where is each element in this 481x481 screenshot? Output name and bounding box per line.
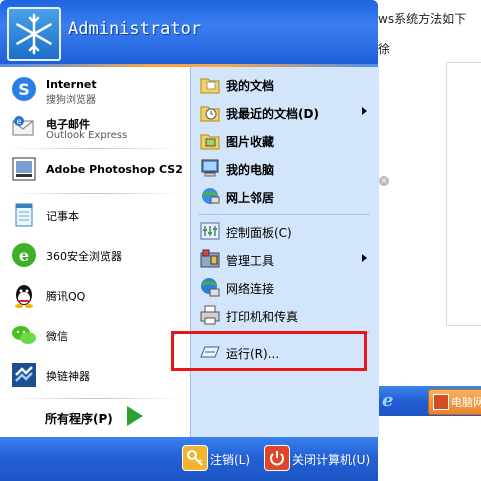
svg-text:S: S	[18, 80, 30, 99]
shutdown-label: 关闭计算机(U)	[292, 453, 371, 467]
program-label: 腾讯QQ	[46, 290, 86, 303]
background-text: ws系统方法如下	[378, 12, 467, 26]
background-panel	[446, 62, 481, 326]
right-item-label: 管理工具	[226, 254, 275, 268]
program-item-360-browser[interactable]: e 360安全浏览器	[6, 240, 186, 274]
start-menu-footer: 注销(L) 关闭计算机(U)	[0, 437, 378, 481]
right-item-admin-tools[interactable]: 管理工具	[195, 246, 375, 272]
program-label: 360安全浏览器	[46, 250, 122, 263]
sogou-browser-icon: S	[10, 75, 38, 103]
admin-tools-icon	[199, 248, 221, 270]
snowflake-icon	[16, 13, 52, 55]
separator	[10, 193, 180, 194]
taskbar-button[interactable]: 电脑网	[428, 389, 481, 415]
separator	[10, 148, 180, 149]
my-computer-icon	[199, 157, 221, 179]
right-item-network-places[interactable]: 网上邻居	[195, 183, 375, 209]
close-icon[interactable]: ×	[379, 176, 389, 186]
program-label: 记事本	[46, 210, 79, 223]
svg-text:e: e	[17, 117, 22, 126]
printers-icon	[199, 304, 221, 326]
separator	[198, 214, 370, 215]
wechat-icon	[10, 321, 38, 349]
right-item-label: 网络连接	[226, 282, 275, 296]
my-documents-icon	[199, 73, 221, 95]
arrow-right-icon	[127, 406, 143, 426]
right-item-label: 控制面板(C)	[226, 226, 292, 240]
notepad-icon	[10, 201, 38, 229]
pinned-item-internet[interactable]: S Internet 搜狗浏览器	[6, 74, 186, 108]
right-item-my-computer[interactable]: 我的电脑	[195, 155, 375, 181]
right-item-printers[interactable]: 打印机和传真	[195, 302, 375, 328]
program-item-link-tool[interactable]: 换链神器	[6, 360, 186, 394]
right-item-label: 我的文档	[226, 79, 275, 93]
link-tool-icon	[10, 361, 38, 389]
right-item-label: 网上邻居	[226, 191, 275, 205]
key-icon	[182, 445, 208, 471]
shutdown-button[interactable]: 关闭计算机(U)	[264, 445, 374, 471]
program-label: 换链神器	[46, 370, 90, 383]
annotation-highlight-box	[171, 331, 367, 371]
all-programs-button[interactable]: 所有程序(P)	[0, 398, 190, 436]
control-panel-icon	[199, 220, 221, 242]
photoshop-icon	[10, 155, 38, 183]
svg-text:e: e	[19, 246, 29, 265]
right-item-network-connections[interactable]: 网络连接	[195, 274, 375, 300]
pinned-item-subtitle: Outlook Express	[46, 130, 128, 141]
background-text-2: 徐	[378, 42, 391, 56]
start-menu: Administrator S Internet 搜狗浏览器 e 电子邮件 Ou…	[0, 0, 379, 481]
right-item-label: 我的电脑	[226, 163, 275, 177]
user-name: Administrator	[68, 19, 202, 39]
pinned-item-subtitle: 搜狗浏览器	[46, 95, 96, 106]
start-menu-header: Administrator	[0, 0, 378, 64]
right-item-my-documents[interactable]: 我的文档	[195, 71, 375, 97]
recent-documents-icon	[199, 101, 221, 123]
program-label: 微信	[46, 330, 68, 343]
right-item-label: 打印机和传真	[226, 310, 299, 324]
program-item-qq[interactable]: 腾讯QQ	[6, 280, 186, 314]
right-item-my-pictures[interactable]: 图片收藏	[195, 127, 375, 153]
submenu-arrow-icon	[362, 107, 367, 115]
user-avatar[interactable]	[7, 7, 61, 61]
right-item-recent-documents[interactable]: 我最近的文档(D)	[195, 99, 375, 125]
power-icon	[264, 445, 290, 471]
outlook-icon: e	[10, 113, 38, 141]
taskbar-button-label: 电脑网	[451, 396, 481, 409]
submenu-arrow-icon	[362, 254, 367, 262]
program-item-notepad[interactable]: 记事本	[6, 200, 186, 234]
program-item-wechat[interactable]: 微信	[6, 320, 186, 354]
right-item-label: 图片收藏	[226, 135, 275, 149]
logoff-label: 注销(L)	[210, 453, 251, 467]
right-item-label: 我最近的文档(D)	[226, 107, 319, 121]
pinned-item-email[interactable]: e 电子邮件 Outlook Express	[6, 112, 186, 146]
pinned-item-title: Internet	[46, 78, 97, 91]
app-icon	[433, 394, 449, 410]
360-browser-icon: e	[10, 241, 38, 269]
qq-icon	[10, 281, 38, 309]
all-programs-label: 所有程序(P)	[45, 412, 113, 426]
network-places-icon	[199, 185, 221, 207]
my-pictures-icon	[199, 129, 221, 151]
program-label: Adobe Photoshop CS2	[46, 163, 183, 176]
internet-explorer-icon[interactable]: e	[382, 390, 404, 412]
program-item-photoshop[interactable]: Adobe Photoshop CS2	[6, 154, 186, 188]
network-connections-icon	[199, 276, 221, 298]
logoff-button[interactable]: 注销(L)	[182, 445, 258, 471]
right-item-control-panel[interactable]: 控制面板(C)	[195, 218, 375, 244]
